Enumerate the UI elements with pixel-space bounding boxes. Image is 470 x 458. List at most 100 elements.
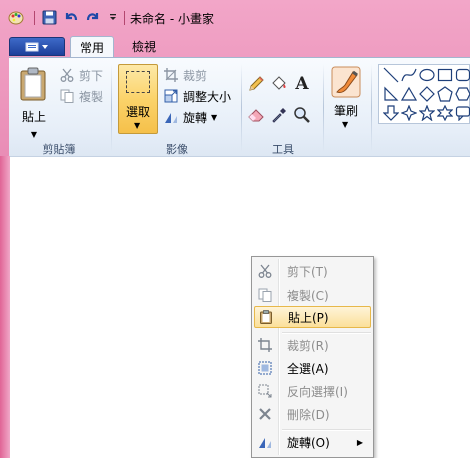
- chevron-down-icon: ▼: [342, 120, 349, 129]
- menu-item-copy[interactable]: 複製(C): [254, 284, 371, 306]
- menu-item-label: 全選(A): [287, 361, 329, 376]
- text-button[interactable]: A: [292, 74, 312, 94]
- qat-separator: [34, 11, 35, 25]
- six-point-star-shape-icon[interactable]: [437, 105, 453, 121]
- rectangle-shape-icon[interactable]: [437, 67, 453, 83]
- customize-qat-button[interactable]: [104, 8, 122, 26]
- brushes-label: 筆刷: [333, 104, 358, 118]
- copy-label: 複製: [79, 89, 104, 104]
- color-picker-button[interactable]: [269, 105, 289, 125]
- menu-item-crop[interactable]: 裁剪(R): [254, 334, 371, 356]
- menu-item-label: 裁剪(R): [287, 338, 329, 353]
- delete-icon: [254, 403, 276, 425]
- four-point-star-shape-icon[interactable]: [401, 105, 417, 121]
- chevron-down-icon: ▼: [211, 112, 218, 122]
- selection-icon: [126, 71, 150, 93]
- menu-item-label: 刪除(D): [287, 407, 330, 422]
- tab-home[interactable]: 常用: [70, 36, 114, 58]
- paste-icon: [255, 306, 277, 328]
- pencil-icon: [249, 76, 264, 91]
- rotate-button[interactable]: 旋轉 ▼: [163, 108, 217, 126]
- resize-button[interactable]: 調整大小: [163, 87, 231, 105]
- menu-item-delete[interactable]: 刪除(D): [254, 403, 371, 425]
- rotate-label: 旋轉: [183, 110, 208, 125]
- brush-icon: [331, 66, 361, 98]
- menu-item-cut[interactable]: 剪下(T): [254, 260, 371, 282]
- ribbon: 貼上 ▼ 剪下 複製 剪貼簿 選取 ▼ 裁剪 調整大小 旋轉 ▼ 影像 A 工具…: [9, 57, 470, 156]
- paste-button[interactable]: 貼上 ▼: [15, 64, 51, 139]
- crop-button[interactable]: 裁剪: [163, 66, 207, 84]
- group-separator: [371, 64, 372, 152]
- group-separator: [111, 64, 112, 152]
- save-button[interactable]: [40, 8, 58, 26]
- pentagon-shape-icon[interactable]: [437, 86, 453, 102]
- clipboard-icon: [20, 67, 46, 101]
- menu-item-rotate[interactable]: 旋轉(O) ▶: [254, 431, 371, 453]
- copy-icon: [59, 88, 75, 104]
- cut-button[interactable]: 剪下: [59, 66, 103, 84]
- magnifier-button[interactable]: [292, 105, 312, 125]
- scissors-icon: [254, 260, 276, 282]
- oval-shape-icon[interactable]: [419, 67, 435, 83]
- line-shape-icon[interactable]: [383, 67, 399, 83]
- menu-item-label: 貼上(P): [288, 310, 329, 325]
- brushes-button[interactable]: 筆刷 ▼: [326, 64, 366, 134]
- rounded-rectangle-shape-icon[interactable]: [455, 67, 470, 83]
- pencil-button[interactable]: [246, 74, 266, 94]
- fill-button[interactable]: [269, 74, 289, 94]
- window-title: 未命名 - 小畫家: [130, 12, 214, 26]
- shapes-gallery: [378, 64, 470, 124]
- rotate-icon: [163, 109, 179, 125]
- curve-shape-icon[interactable]: [401, 67, 417, 83]
- redo-button[interactable]: [84, 8, 102, 26]
- paint-app-icon[interactable]: [8, 9, 24, 25]
- arrow-down-shape-icon[interactable]: [383, 105, 399, 121]
- drawing-canvas[interactable]: [10, 156, 470, 458]
- tools-group-label: 工具: [272, 143, 294, 156]
- diamond-shape-icon[interactable]: [419, 86, 435, 102]
- menu-item-label: 複製(C): [287, 288, 329, 303]
- crop-icon: [254, 334, 276, 356]
- tab-view[interactable]: 檢視: [122, 36, 166, 58]
- menu-item-label: 剪下(T): [287, 264, 328, 279]
- menu-item-select-all[interactable]: 全選(A): [254, 357, 371, 379]
- copy-button[interactable]: 複製: [59, 87, 103, 105]
- menu-item-label: 反向選擇(I): [287, 384, 348, 399]
- speech-bubble-shape-icon[interactable]: [455, 105, 470, 121]
- chevron-down-icon: [110, 14, 116, 20]
- select-button[interactable]: 選取 ▼: [118, 64, 158, 134]
- undo-button[interactable]: [62, 8, 80, 26]
- text-icon: A: [295, 74, 309, 94]
- title-separator: [124, 11, 125, 25]
- scissors-icon: [59, 67, 75, 83]
- select-all-icon: [254, 357, 276, 379]
- crop-icon: [163, 67, 179, 83]
- undo-icon: [65, 13, 78, 21]
- polygon-shape-icon[interactable]: [383, 86, 399, 102]
- eraser-button[interactable]: [246, 105, 266, 125]
- hexagon-shape-icon[interactable]: [455, 86, 470, 102]
- invert-selection-icon: [254, 380, 276, 402]
- cut-label: 剪下: [79, 68, 104, 83]
- save-icon: [42, 10, 56, 24]
- copy-icon: [254, 284, 276, 306]
- group-separator: [323, 64, 324, 152]
- submenu-arrow-icon: ▶: [356, 437, 363, 447]
- menu-item-paste[interactable]: 貼上(P): [254, 306, 371, 328]
- rotate-icon: [254, 431, 276, 453]
- menu-item-label: 旋轉(O): [287, 435, 330, 450]
- clipboard-group-label: 剪貼簿: [42, 143, 76, 156]
- resize-icon: [163, 88, 179, 104]
- paste-label: 貼上 ▼: [21, 110, 46, 139]
- window-left-border: [0, 156, 10, 458]
- app-menu-icon: [25, 42, 48, 51]
- redo-icon: [86, 13, 99, 21]
- select-label: 選取: [125, 105, 150, 119]
- triangle-shape-icon[interactable]: [401, 86, 417, 102]
- eyedropper-icon: [272, 108, 286, 123]
- crop-label: 裁剪: [183, 68, 208, 83]
- paint-menu-button[interactable]: [9, 37, 65, 56]
- menu-item-invert-selection[interactable]: 反向選擇(I): [254, 380, 371, 402]
- five-point-star-shape-icon[interactable]: [419, 105, 435, 121]
- image-group-label: 影像: [166, 143, 188, 156]
